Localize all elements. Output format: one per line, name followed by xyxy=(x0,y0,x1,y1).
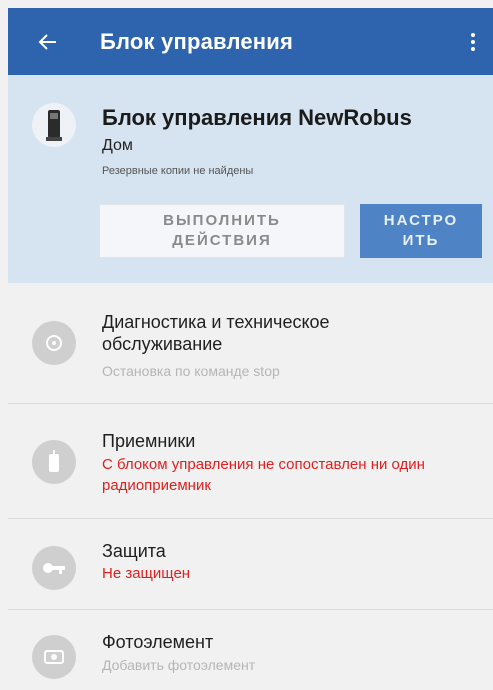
back-button[interactable] xyxy=(20,8,76,75)
item-title: Диагностика и техническое обслуживание xyxy=(102,312,330,354)
configure-label: НАСТРОИТЬ xyxy=(383,212,459,249)
item-subtitle: Остановка по команде stop xyxy=(102,363,280,379)
list-item-protection[interactable]: Защита Не защищен xyxy=(8,518,493,610)
device-name: Блок управления NewRobus xyxy=(102,105,412,130)
configure-button[interactable]: НАСТРОИТЬ xyxy=(360,204,482,258)
item-title: Приемники xyxy=(102,431,196,451)
item-subtitle: Не защищен xyxy=(102,565,191,582)
item-title: Защита xyxy=(102,541,166,561)
more-vert-icon xyxy=(471,32,475,51)
perform-actions-button[interactable]: ВЫПОЛНИТЬ ДЕЙСТВИЯ xyxy=(99,204,345,258)
diagnostics-icon xyxy=(32,321,76,365)
control-unit-icon xyxy=(32,103,76,147)
photocell-icon xyxy=(32,635,76,679)
app-bar: Блок управления xyxy=(8,8,493,75)
backup-status: Резервные копии не найдены xyxy=(102,165,254,177)
receiver-icon xyxy=(32,440,76,484)
item-title: Фотоэлемент xyxy=(102,632,214,652)
item-subtitle: С блоком управления не сопоставлен ни од… xyxy=(102,456,425,494)
key-icon xyxy=(32,546,76,590)
list-item-diagnostics[interactable]: Диагностика и техническое обслуживание О… xyxy=(8,283,493,404)
device-header-card: Блок управления NewRobus Дом Резервные к… xyxy=(8,75,493,283)
overflow-menu-button[interactable] xyxy=(453,8,493,75)
item-subtitle: Добавить фотоэлемент xyxy=(102,657,256,673)
device-location: Дом xyxy=(102,137,133,154)
perform-actions-label: ВЫПОЛНИТЬ ДЕЙСТВИЯ xyxy=(163,212,281,249)
arrow-left-icon xyxy=(38,33,56,50)
list-item-photocell[interactable]: Фотоэлемент Добавить фотоэлемент xyxy=(8,609,493,690)
page-title: Блок управления xyxy=(100,28,294,54)
list-item-receivers[interactable]: Приемники С блоком управления не сопоста… xyxy=(8,404,493,519)
